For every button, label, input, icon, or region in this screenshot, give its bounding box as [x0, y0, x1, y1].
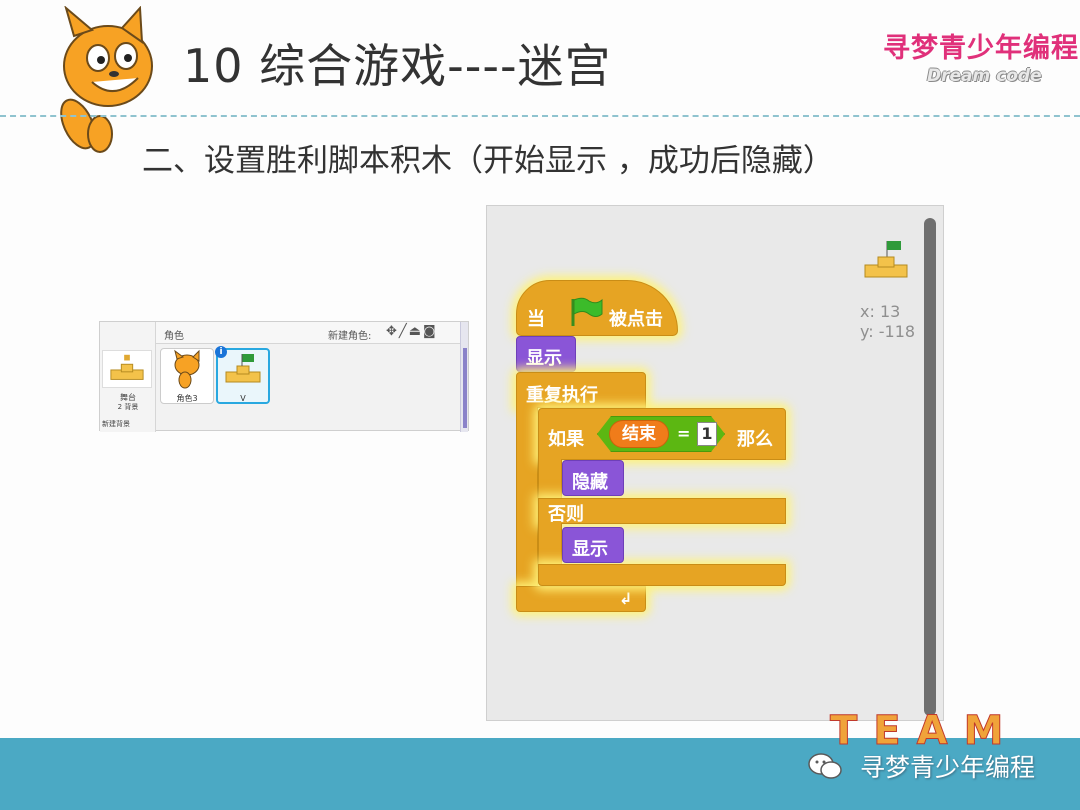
number-input[interactable]: 1: [697, 422, 717, 446]
footer-brand-text: 寻梦青少年编程: [860, 753, 1036, 782]
svg-text:TEAM: TEAM: [830, 712, 1019, 748]
variable-reporter[interactable]: 结束: [609, 420, 669, 448]
sprite-tile-v[interactable]: i V: [215, 346, 270, 404]
sprite-panel-scrollbar[interactable]: [460, 322, 468, 432]
info-icon[interactable]: i: [215, 346, 227, 358]
scrollbar-thumb[interactable]: [463, 348, 467, 428]
show-block[interactable]: 显示: [516, 336, 576, 372]
block-label: 隐藏: [572, 472, 608, 493]
sprites-label: 角色: [164, 331, 184, 342]
sprite-y-coordinate: y: -118: [860, 322, 916, 341]
sprite-panel: 舞台 2 背景 新建背景 角色 新建角色: ✥╱⏏◙ 角色3 i V: [99, 321, 469, 432]
else-block-arm: [538, 523, 562, 565]
forever-block-bottom: ↲: [516, 586, 646, 612]
cat-sprite-icon: [174, 349, 200, 389]
camera-icon[interactable]: ◙: [423, 324, 438, 339]
slide-subtitle: 二、设置胜利脚本积木（开始显示 ，成功后隐藏）: [142, 143, 834, 179]
brand-logo-subtext: Dream code: [927, 66, 1042, 86]
podium-sprite-icon: [225, 354, 261, 383]
loop-arrow-icon: ↲: [619, 589, 633, 608]
block-label: 如果: [548, 429, 584, 450]
sprite-name: 角色3: [176, 394, 198, 403]
sprite-x-coordinate: x: 13: [860, 302, 901, 321]
block-label: 被点击: [609, 309, 663, 330]
upload-icon[interactable]: ⏏: [409, 324, 423, 339]
block-label: 显示: [526, 348, 562, 369]
new-backdrop-label[interactable]: 新建背景: [102, 419, 130, 429]
stage-thumbnail[interactable]: [102, 350, 152, 388]
equals-sign: =: [677, 424, 691, 443]
pencil-icon[interactable]: ╱: [399, 324, 409, 339]
block-label: 显示: [572, 539, 608, 560]
brand-logo-text: 寻梦青少年编程: [883, 33, 1079, 64]
stage-backdrop-count: 2 背景: [117, 403, 139, 411]
else-bar: 否则: [538, 498, 786, 525]
team-logo: TEAM: [830, 712, 1019, 748]
sprite-name: V: [240, 394, 246, 403]
if-block-arm: [538, 459, 562, 499]
script-area-scrollbar[interactable]: [924, 218, 936, 716]
green-flag-icon: [571, 297, 603, 326]
block-label: 那么: [737, 429, 773, 450]
scratch-cat-logo: [60, 6, 153, 153]
slide: 10 综合游戏----迷宫 寻梦青少年编程 Dream code 二、设置胜利脚…: [0, 0, 1080, 810]
paint-brush-icon[interactable]: ✥: [386, 324, 399, 339]
if-else-block-bottom: [538, 564, 786, 586]
sprite-tile-cat[interactable]: 角色3: [160, 348, 214, 404]
show-block[interactable]: 显示: [562, 527, 624, 563]
new-sprite-label: 新建角色:: [328, 331, 372, 342]
hide-block[interactable]: 隐藏: [562, 460, 624, 496]
if-else-block[interactable]: 如果 结束 = 1 那么: [538, 408, 786, 460]
stage-column[interactable]: 舞台 2 背景 新建背景: [100, 322, 156, 432]
header-divider: [0, 115, 1080, 117]
sprite-panel-header: 角色 新建角色: ✥╱⏏◙: [156, 322, 466, 344]
when-flag-clicked-block[interactable]: 当 被点击: [516, 280, 678, 336]
forever-block-arm: [516, 407, 538, 587]
forever-block[interactable]: 重复执行: [516, 372, 646, 408]
block-label: 重复执行: [526, 385, 598, 406]
sprite-preview-icon: [864, 241, 908, 278]
wechat-icon: [808, 753, 842, 779]
new-sprite-tools: ✥╱⏏◙: [386, 324, 438, 339]
block-label: 当: [527, 309, 545, 330]
slide-title: 10 综合游戏----迷宫: [183, 39, 612, 93]
